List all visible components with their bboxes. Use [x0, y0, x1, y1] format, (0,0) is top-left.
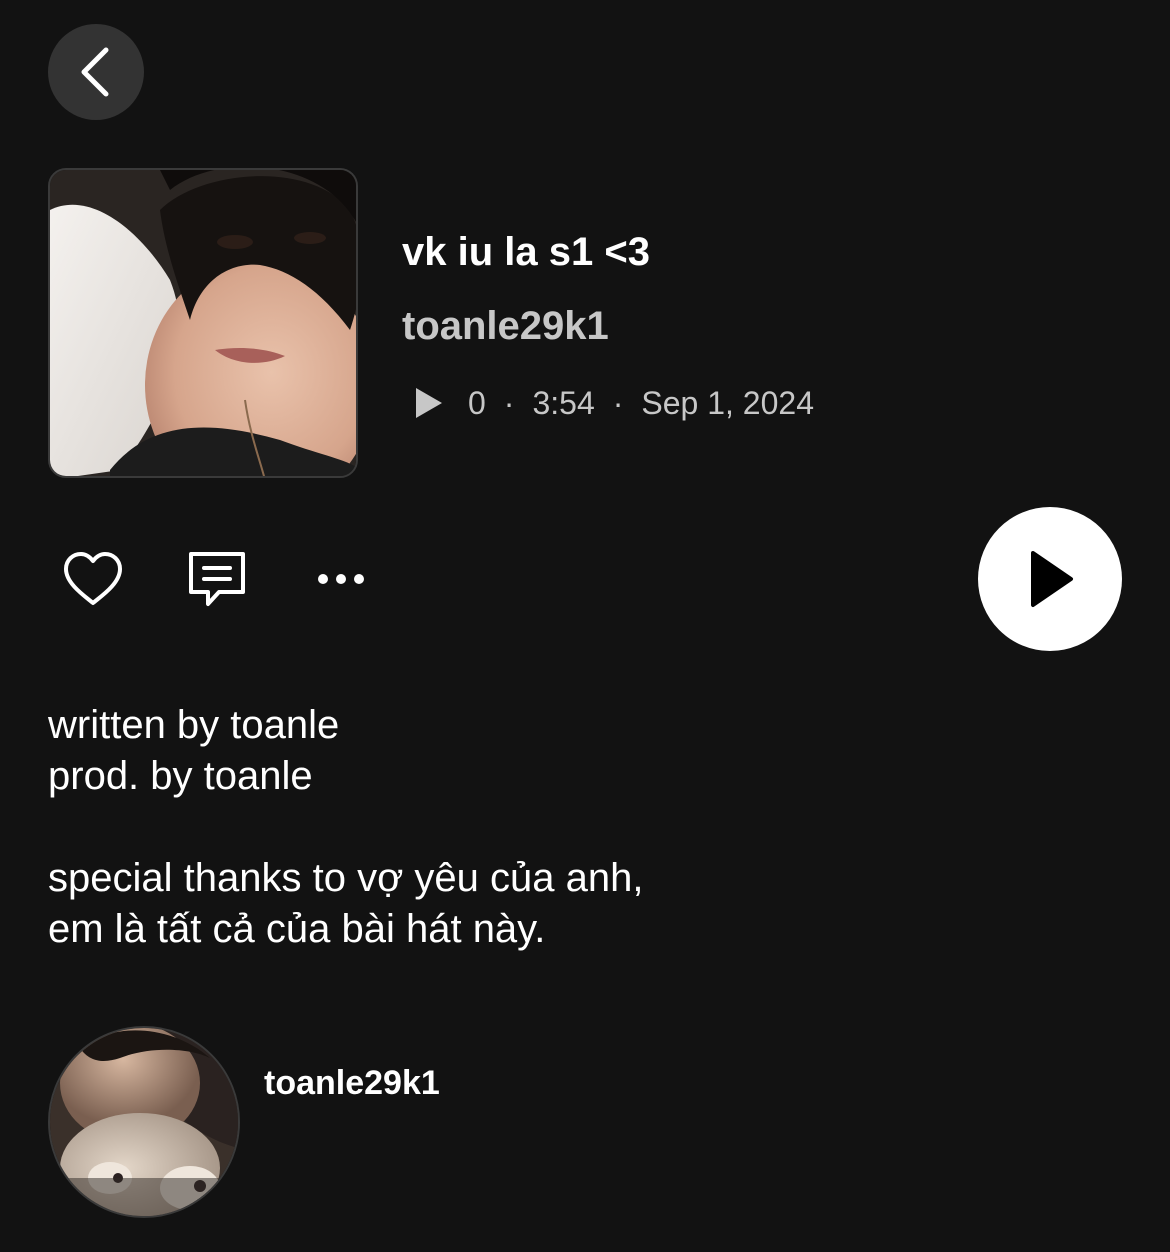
action-row — [60, 548, 374, 610]
cover-art-photo — [50, 170, 356, 476]
back-button[interactable] — [48, 24, 144, 120]
release-date: Sep 1, 2024 — [641, 384, 814, 421]
heart-icon — [64, 552, 122, 605]
track-info: vk iu la s1 <3 toanle29k1 0 · 3:54 · Sep… — [402, 222, 1122, 428]
description-line: prod. by toanle — [48, 754, 313, 798]
uploader-name[interactable]: toanle29k1 — [264, 1064, 440, 1103]
meta-separator: · — [612, 384, 624, 421]
track-title: vk iu la s1 <3 — [402, 230, 650, 274]
play-count: 0 — [468, 384, 486, 421]
avatar[interactable] — [48, 1026, 240, 1218]
track-meta: 0 · 3:54 · Sep 1, 2024 — [402, 378, 1122, 428]
description-line: em là tất cả của bài hát này. — [48, 907, 546, 951]
play-icon — [1031, 551, 1073, 607]
more-icon — [318, 574, 364, 584]
description-line: written by toanle — [48, 703, 340, 747]
like-button[interactable] — [60, 548, 126, 610]
avatar-photo — [50, 1028, 238, 1216]
play-count-icon — [414, 386, 444, 420]
track-duration: 3:54 — [532, 384, 595, 421]
uploader-profile[interactable]: toanle29k1 — [48, 1026, 440, 1218]
comment-button[interactable] — [184, 548, 250, 610]
play-button[interactable] — [978, 507, 1122, 651]
chevron-left-icon — [81, 47, 109, 97]
comment-icon — [189, 552, 245, 606]
track-description: written by toanle prod. by toanle specia… — [48, 700, 1118, 955]
description-line: special thanks to vợ yêu của anh, — [48, 856, 644, 900]
cover-art — [48, 168, 358, 478]
more-options-button[interactable] — [308, 548, 374, 610]
meta-separator: · — [503, 384, 515, 421]
track-artist-link[interactable]: toanle29k1 — [402, 296, 1122, 356]
